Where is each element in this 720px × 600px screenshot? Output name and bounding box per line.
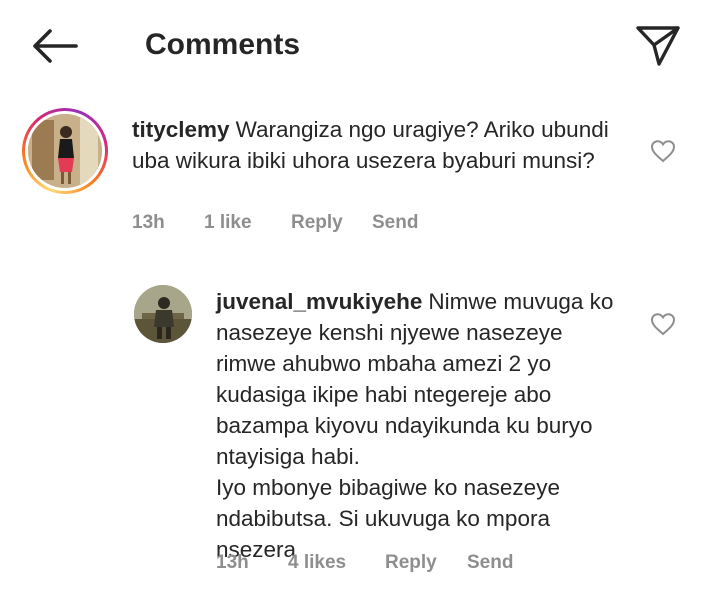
avatar-photo bbox=[134, 285, 192, 343]
avatar[interactable] bbox=[134, 285, 192, 343]
comments-screen: Comments tityclemy Warangiza ngo uragiye… bbox=[0, 0, 720, 600]
heart-outline-icon bbox=[650, 313, 676, 336]
comment-likes[interactable]: 4 likes bbox=[288, 552, 385, 574]
reply-button[interactable]: Reply bbox=[385, 552, 467, 574]
comment-username[interactable]: tityclemy bbox=[132, 117, 230, 142]
comment-time: 13h bbox=[132, 212, 165, 233]
arrow-left-icon bbox=[33, 29, 78, 63]
avatar-photo bbox=[28, 114, 102, 188]
header: Comments bbox=[0, 0, 720, 92]
comment-likes[interactable]: 1 like bbox=[204, 212, 291, 234]
comment-text-continued: Iyo mbonye bibagiwe ko nasezeye ndabibut… bbox=[216, 475, 560, 562]
avatar-figure bbox=[28, 114, 102, 188]
comment-username[interactable]: juvenal_mvukiyehe bbox=[216, 289, 422, 314]
comment-body: tityclemy Warangiza ngo uragiye? Ariko ub… bbox=[132, 114, 632, 176]
page-title: Comments bbox=[145, 28, 301, 61]
send-button[interactable]: Send bbox=[372, 212, 418, 234]
like-button[interactable] bbox=[648, 309, 678, 339]
like-button[interactable] bbox=[648, 136, 678, 166]
paper-plane-icon bbox=[636, 26, 680, 66]
share-button[interactable] bbox=[630, 18, 686, 74]
back-button[interactable] bbox=[26, 22, 82, 70]
comment-meta: 13h 4 likes Reply Send bbox=[216, 552, 513, 574]
comment-time: 13h bbox=[216, 552, 249, 573]
reply-button[interactable]: Reply bbox=[291, 212, 372, 234]
avatar[interactable] bbox=[22, 108, 108, 194]
comment-body: juvenal_mvukiyehe Nimwe muvuga ko nasezey… bbox=[216, 286, 626, 565]
avatar-ring-inner bbox=[25, 111, 105, 191]
comment-text: Nimwe muvuga ko nasezeye kenshi njyewe n… bbox=[216, 289, 614, 469]
heart-outline-icon bbox=[650, 140, 676, 163]
send-button[interactable]: Send bbox=[467, 552, 513, 574]
comment-meta: 13h 1 like Reply Send bbox=[132, 212, 418, 234]
